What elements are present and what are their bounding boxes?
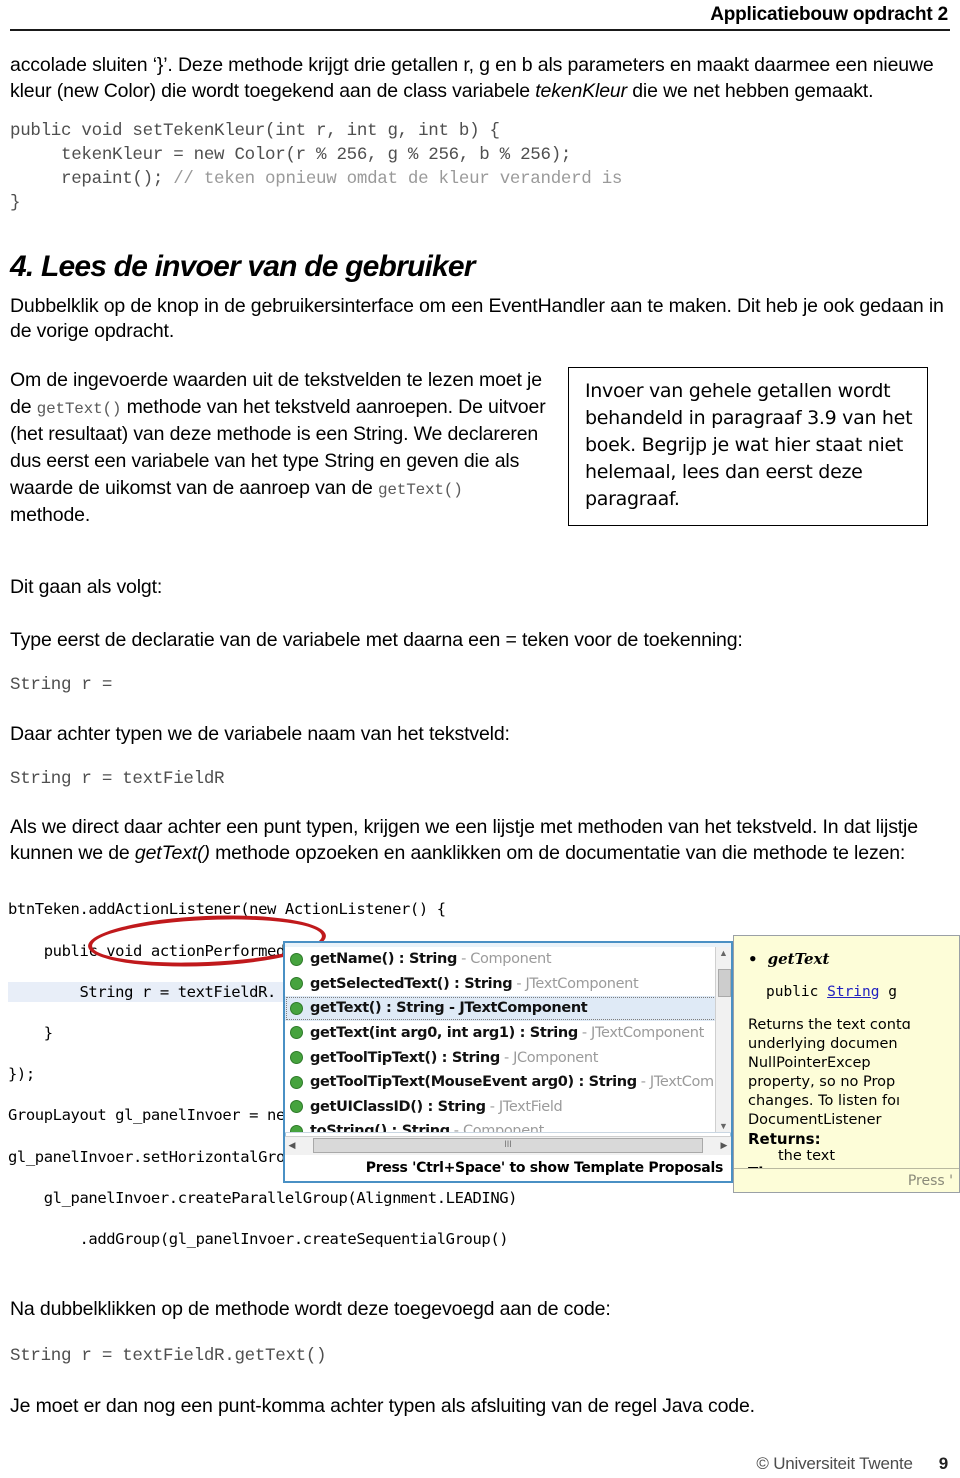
javadoc-body-line: NullPointerExcep [748, 1054, 871, 1071]
steps-paragraph-2: Daar achter typen we de variabele naam v… [10, 722, 510, 745]
vertical-scroll-thumb[interactable] [718, 968, 731, 997]
completion-item[interactable]: getSelectedText() : String - JTextCompone… [285, 971, 731, 996]
completion-owner: - JTextField [489, 1098, 563, 1115]
two-column-band: Om de ingevoerde waarden uit de tekstvel… [10, 367, 950, 528]
code-line-4: } [10, 192, 21, 213]
code-line-1: public void setTekenKleur(int r, int g, … [10, 121, 500, 142]
javadoc-content: getText public String g Returns the text… [734, 936, 959, 1192]
document-page: Applicatiebouw opdracht 2 accolade sluit… [0, 0, 960, 1478]
band-left-text: Om de ingevoerde waarden uit de tekstvel… [10, 367, 546, 528]
completion-signature: getSelectedText() : String [310, 975, 513, 992]
method-icon [290, 977, 303, 991]
method-icon [290, 1124, 303, 1132]
javadoc-sig-b: g [879, 983, 897, 1000]
javadoc-body-line: underlying documen [748, 1035, 898, 1052]
steps-code-1: String r = [10, 675, 113, 696]
tail-paragraph-2: Je moet er dan nog een punt-komma achter… [10, 1395, 755, 1418]
completion-item[interactable]: toString() : String - Component [285, 1119, 731, 1133]
completion-owner: - Component [453, 1123, 545, 1133]
completion-owner: - JComponent [503, 1049, 599, 1066]
javadoc-returns-label: Returns: [748, 1129, 821, 1148]
method-icon [290, 1075, 303, 1089]
steps-code-2: String r = textFieldR [10, 768, 225, 789]
code-line-3-comment: // teken opnieuw omdat de kleur verander… [173, 169, 623, 190]
steps-intro: Dit gaan als volgt: [10, 575, 163, 598]
completion-signature: toString() : String [310, 1123, 450, 1133]
section-4-heading: 4. Lees de invoer van de gebruiker [10, 249, 475, 283]
footer-copyright: © Universiteit Twente [756, 1454, 913, 1473]
scroll-down-arrow-icon[interactable]: ▼ [716, 1120, 731, 1132]
completion-signature: getName() : String [310, 951, 458, 968]
completion-signature: getText(int arg0, int arg1) : String [310, 1024, 578, 1041]
scroll-right-arrow-icon[interactable]: ▶ [717, 1140, 731, 1151]
method-icon [290, 952, 303, 966]
completion-item[interactable]: getUIClassID() : String - JTextField [285, 1094, 731, 1119]
editor-line: .addGroup(gl_panelInvoer.createSequentia… [8, 1229, 509, 1248]
horizontal-scroll-thumb[interactable]: III [313, 1138, 703, 1154]
completion-signature: getToolTipText(MouseEvent arg0) : String [310, 1074, 637, 1091]
footer-page-number: 9 [938, 1454, 948, 1473]
header-divider [10, 29, 950, 31]
code-completion-popup[interactable]: getName() : String - Component getSelecte… [283, 940, 733, 1183]
javadoc-panel: getText public String g Returns the text… [733, 934, 960, 1193]
intro-text-a: accolade sluiten ‘}’. [10, 54, 173, 76]
javadoc-body-line: changes. To listen foı [748, 1092, 901, 1109]
intro-paragraph: accolade sluiten ‘}’. Deze methode krijg… [10, 53, 950, 104]
editor-line: btnTeken.addActionListener(new ActionLis… [8, 900, 446, 919]
completion-list[interactable]: getName() : String - Component getSelecte… [285, 946, 731, 1133]
completion-item[interactable]: getToolTipText(MouseEvent arg0) : String… [285, 1070, 731, 1095]
popup-template-hint: Press 'Ctrl+Space' to show Template Prop… [285, 1154, 731, 1181]
band-text-c: methode. [10, 503, 91, 526]
javadoc-body-line: property, so no Prop [748, 1073, 896, 1090]
steps-paragraph-3: Als we direct daar achter een punt typen… [10, 815, 950, 866]
completion-item[interactable]: getName() : String - Component [285, 947, 731, 972]
javadoc-sig-a: public [766, 983, 828, 1000]
method-icon [290, 1100, 303, 1114]
scroll-left-arrow-icon[interactable]: ◀ [285, 1140, 299, 1151]
javadoc-footer-hint: Press ' [734, 1167, 959, 1192]
intro-text-c: die we net hebben gemaakt. [626, 79, 874, 102]
completion-item-selected[interactable]: getText() : String - JTextComponent [285, 996, 731, 1021]
completion-owner: - JTextComponent [581, 1024, 704, 1041]
javadoc-body-line: Returns the text contɑ [748, 1016, 911, 1033]
method-icon [290, 1026, 303, 1040]
completion-owner: - Component [461, 951, 552, 968]
steps-p3-emphasis: getText() [134, 842, 210, 865]
javadoc-signature: public String g [766, 984, 959, 1000]
band-code-gettext-1: getText() [36, 400, 122, 419]
javadoc-body-line: DocumentListener [748, 1111, 882, 1128]
java-code-block: public void setTekenKleur(int r, int g, … [10, 120, 950, 215]
completion-signature: getUIClassID() : String [310, 1098, 486, 1115]
tail-code: String r = textFieldR.getText() [10, 1345, 327, 1366]
method-icon [290, 1051, 303, 1064]
popup-horizontal-scrollbar[interactable]: ◀ III ▶ [285, 1135, 731, 1155]
completion-signature: getToolTipText() : String [310, 1049, 500, 1066]
section-4-intro: Dubbelklik op de knop in de gebruikersin… [10, 294, 944, 343]
code-line-3: repaint(); // teken opnieuw omdat de kle… [10, 168, 950, 192]
code-line-3-statement: repaint(); [10, 169, 174, 190]
info-callout-box: Invoer van gehele getallen wordt behande… [568, 367, 928, 526]
completion-signature: getText() : String - JTextComponent [310, 1000, 588, 1017]
javadoc-sig-link[interactable]: String [827, 984, 879, 1000]
scroll-up-arrow-icon[interactable]: ▲ [716, 947, 731, 959]
steps-paragraph-1: Type eerst de declaratie van de variabel… [10, 629, 743, 652]
steps-p3-b: methode opzoeken en aanklikken om de doc… [209, 842, 906, 865]
method-icon [290, 1001, 303, 1015]
completion-owner: - JTextComponent [516, 975, 639, 992]
completion-item[interactable]: getToolTipText() : String - JComponent [285, 1045, 731, 1070]
popup-vertical-scrollbar[interactable]: ▲ ▼ [715, 946, 731, 1132]
ide-screenshot: btnTeken.addActionListener(new ActionLis… [0, 878, 960, 1269]
page-footer: © Universiteit Twente 9 [756, 1454, 948, 1474]
tail-paragraph-1: Na dubbelklikken op de methode wordt dez… [10, 1297, 611, 1320]
javadoc-returns-value: the text [778, 1147, 836, 1164]
band-code-gettext-2: getText() [378, 480, 463, 499]
javadoc-title: getText [748, 950, 959, 968]
code-line-2: tekenKleur = new Color(r % 256, g % 256,… [10, 145, 572, 166]
completion-item[interactable]: getText(int arg0, int arg1) : String - JT… [285, 1021, 731, 1046]
intro-emphasis: tekenKleur [535, 79, 627, 102]
page-header-title: Applicatiebouw opdracht 2 [710, 4, 948, 25]
